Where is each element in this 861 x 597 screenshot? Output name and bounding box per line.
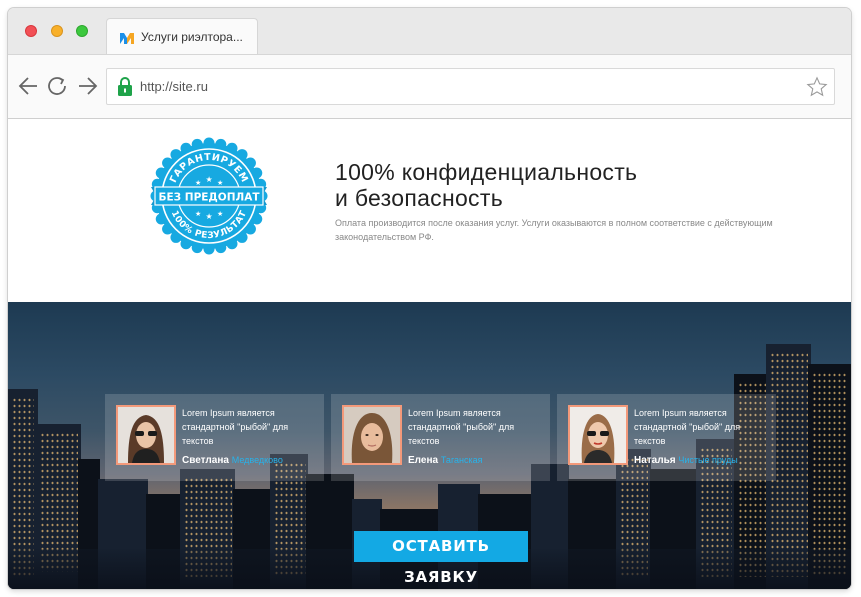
- review-card: Lorem Ipsum является стандартной "рыбой"…: [557, 394, 776, 481]
- city-background: Lorem Ipsum является стандартной "рыбой"…: [8, 302, 851, 589]
- review-author: Светлана Медведково: [182, 455, 283, 466]
- svg-text:★: ★: [206, 175, 213, 184]
- tab-title: Услуги риэлтора...: [141, 30, 243, 44]
- url-text: http://site.ru: [140, 79, 208, 94]
- browser-tab[interactable]: Услуги риэлтора...: [106, 18, 258, 55]
- minimize-window-button[interactable]: [51, 25, 63, 37]
- svg-text:★: ★: [217, 179, 223, 187]
- browser-toolbar: http://site.ru: [8, 54, 851, 119]
- svg-text:★: ★: [217, 210, 223, 218]
- headline-line-1: 100% конфиденциальность: [335, 159, 638, 185]
- reviewer-name: Светлана: [182, 455, 229, 466]
- review-text: Lorem Ipsum является стандартной "рыбой"…: [408, 408, 515, 446]
- svg-text:★: ★: [206, 212, 213, 221]
- secure-lock-icon: [118, 77, 132, 96]
- reviewer-location: Медведково: [231, 455, 283, 465]
- browser-window: Услуги риэлтора... http://site.ru ГАРАНТ…: [8, 8, 851, 589]
- headline-line-2: и безопасность: [335, 185, 503, 211]
- forward-arrow-icon[interactable]: [76, 74, 100, 98]
- close-window-button[interactable]: [25, 25, 37, 37]
- review-card: Lorem Ipsum является стандартной "рыбой"…: [105, 394, 324, 481]
- review-text: Lorem Ipsum является стандартной "рыбой"…: [634, 408, 741, 446]
- review-author: Елена Таганская: [408, 455, 483, 466]
- reviewer-photo: [342, 405, 402, 465]
- web-page: ГАРАНТИРУЕМ 100% РЕЗУЛЬТАТ ★ ★ ★ ★ ★ ★ Б…: [8, 119, 851, 589]
- bookmark-star-icon[interactable]: [806, 76, 828, 98]
- maximize-window-button[interactable]: [76, 25, 88, 37]
- svg-text:★: ★: [195, 210, 201, 218]
- review-author: Наталья Чистые пруды: [634, 455, 738, 466]
- reviews-list: Lorem Ipsum является стандартной "рыбой"…: [105, 394, 779, 481]
- seal-middle-text: БЕЗ ПРЕДОПЛАТ: [158, 192, 260, 204]
- reviewer-location: Таганская: [440, 455, 483, 465]
- section-headline: 100% конфиденциальность и безопасность: [335, 159, 637, 211]
- guarantee-section: ГАРАНТИРУЕМ 100% РЕЗУЛЬТАТ ★ ★ ★ ★ ★ ★ Б…: [8, 119, 851, 302]
- reviewer-location: Чистые пруды: [678, 455, 738, 465]
- review-card: Lorem Ipsum является стандартной "рыбой"…: [331, 394, 550, 481]
- reload-icon[interactable]: [46, 74, 70, 98]
- address-bar[interactable]: http://site.ru: [106, 68, 835, 105]
- review-text: Lorem Ipsum является стандартной "рыбой"…: [182, 408, 289, 446]
- title-bar: Услуги риэлтора...: [8, 8, 851, 55]
- site-favicon-icon: [120, 33, 134, 44]
- section-description: Оплата производится после оказания услуг…: [335, 218, 773, 242]
- guarantee-seal-badge: ГАРАНТИРУЕМ 100% РЕЗУЛЬТАТ ★ ★ ★ ★ ★ ★ Б…: [150, 137, 268, 255]
- submit-request-button[interactable]: ОСТАВИТЬ ЗАЯВКУ: [354, 531, 528, 586]
- back-arrow-icon[interactable]: [16, 74, 40, 98]
- reviewer-photo: [116, 405, 176, 465]
- svg-text:★: ★: [195, 179, 201, 187]
- reviewer-photo: [568, 405, 628, 465]
- reviewer-name: Наталья: [634, 455, 676, 466]
- reviewer-name: Елена: [408, 455, 439, 466]
